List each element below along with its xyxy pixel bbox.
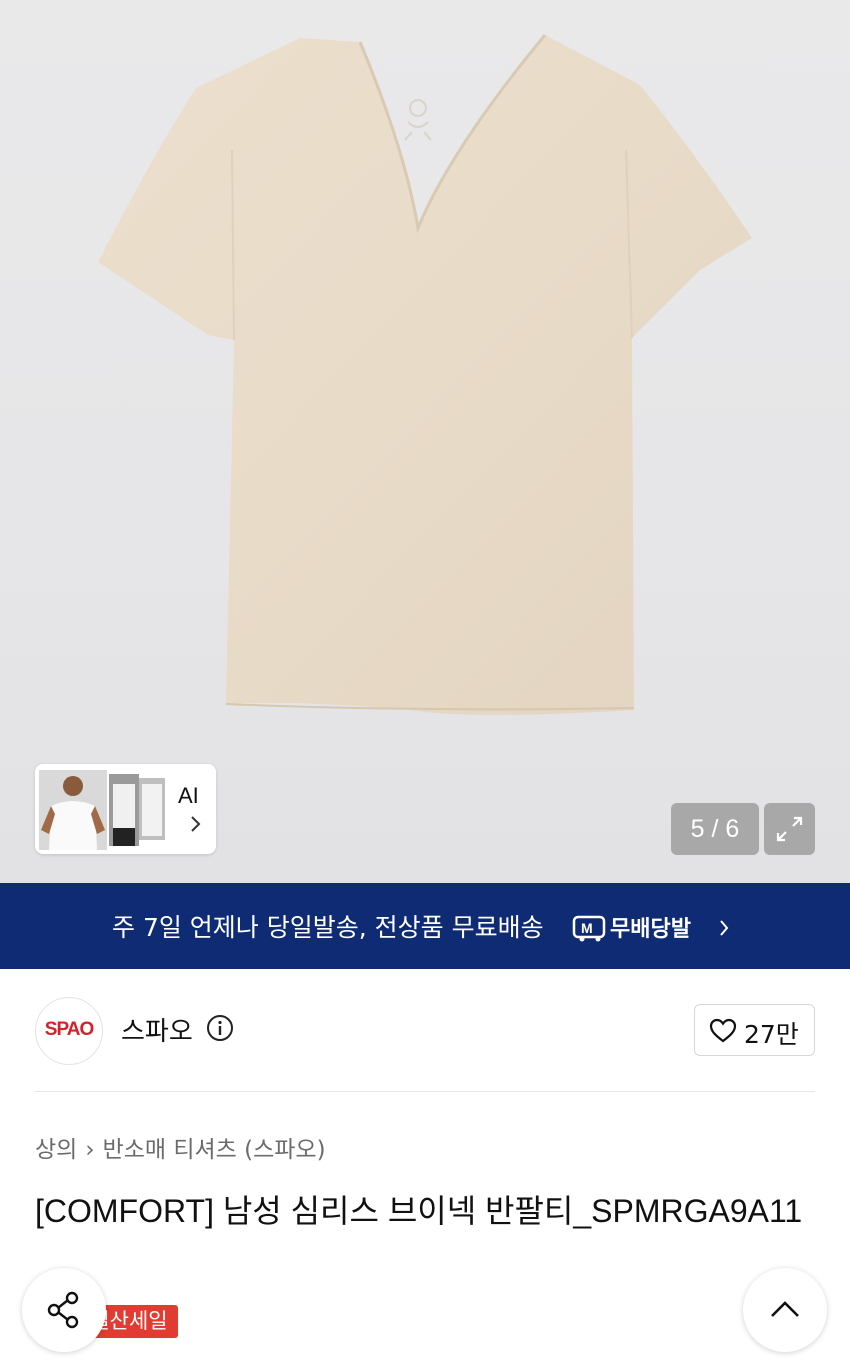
ai-label: AI — [178, 783, 199, 808]
brand-logo-text: SPAO — [44, 1019, 94, 1040]
scroll-to-top-button[interactable] — [743, 1268, 827, 1352]
section-divider — [35, 1091, 815, 1092]
breadcrumb-item-category[interactable]: 반소매 티셔츠 (스파오) — [103, 1137, 326, 1163]
product-image-gallery[interactable]: AI 5 / 6 — [0, 0, 850, 883]
share-button[interactable] — [22, 1268, 106, 1352]
heart-icon — [709, 1018, 737, 1043]
chevron-right-icon: › — [85, 1137, 95, 1163]
ai-fitting-card[interactable]: AI — [35, 764, 216, 854]
like-button[interactable]: 27만 — [694, 1004, 815, 1056]
expand-icon — [776, 816, 803, 842]
free-shipping-logo-text: 무배당발 — [610, 917, 691, 942]
brand-name[interactable]: 스파오 — [121, 1011, 193, 1048]
breadcrumb: 상의 › 반소매 티셔츠 (스파오) — [35, 1130, 326, 1164]
info-icon[interactable] — [206, 1014, 234, 1042]
svg-text:M: M — [581, 920, 593, 936]
chevron-up-icon — [771, 1301, 799, 1317]
ai-model-thumbnails — [39, 770, 165, 850]
share-icon — [47, 1291, 79, 1329]
image-counter: 5 / 6 — [671, 803, 759, 855]
brand-logo[interactable]: SPAO — [35, 997, 103, 1065]
like-count: 27만 — [744, 1020, 799, 1049]
shipping-promo-text: 주 7일 언제나 당일발송, 전상품 무료배송 — [112, 913, 544, 942]
fullscreen-button[interactable] — [764, 803, 815, 855]
free-shipping-logo: M 무배당발 — [572, 915, 729, 942]
brand-row: SPAO 스파오 27만 — [0, 969, 850, 1092]
breadcrumb-item-top[interactable]: 상의 — [35, 1137, 77, 1163]
product-image-tshirt — [98, 34, 752, 715]
product-title: [COMFORT] 남성 심리스 브이넥 반팔티_SPMRGA9A11 — [35, 1193, 803, 1229]
chevron-right-icon — [191, 816, 201, 832]
